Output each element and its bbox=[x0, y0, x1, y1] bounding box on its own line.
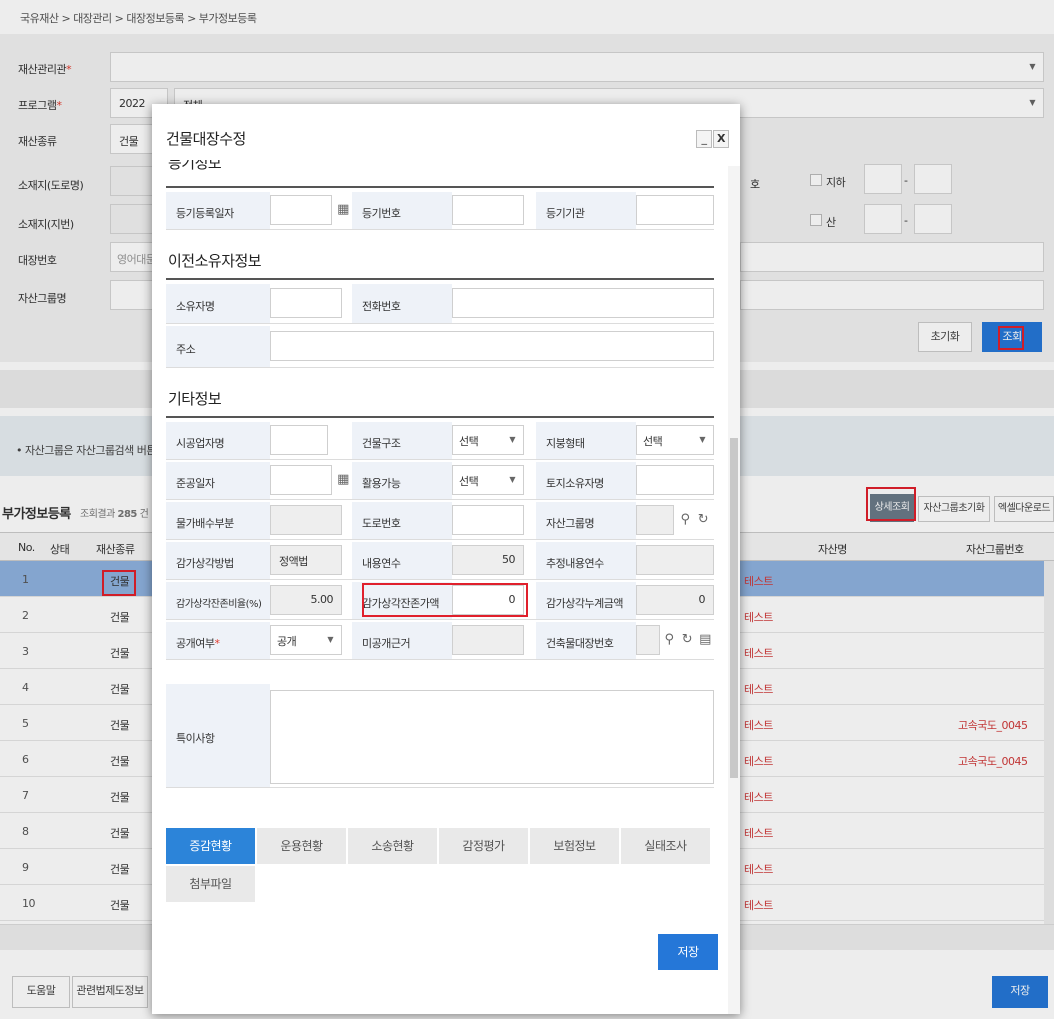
row-registry: 등기등록일자 ▦ 등기번호 등기기관 bbox=[166, 192, 714, 230]
land-owner-input[interactable] bbox=[636, 465, 714, 495]
section-divider bbox=[166, 278, 714, 280]
usable-select[interactable]: 선택 ▼ bbox=[452, 465, 524, 495]
label-reg-date: 등기등록일자 bbox=[176, 207, 234, 220]
residual-rate-field[interactable]: 5.00 bbox=[270, 585, 342, 615]
close-icon[interactable]: X bbox=[713, 130, 729, 148]
section-divider bbox=[166, 416, 714, 418]
row-owner: 소유자명 전화번호 bbox=[166, 284, 714, 324]
label-est-life: 추정내용연수 bbox=[546, 557, 604, 570]
group-name-field[interactable] bbox=[636, 505, 674, 535]
row-completion: 준공일자 ▦ 활용가능 선택 ▼ 토지소유자명 bbox=[166, 462, 714, 500]
est-life-field[interactable] bbox=[636, 545, 714, 575]
remarks-textarea[interactable] bbox=[270, 690, 714, 784]
section-divider bbox=[166, 186, 714, 188]
address-input[interactable] bbox=[270, 331, 714, 361]
tab-5[interactable]: 보험정보 bbox=[530, 828, 619, 864]
chevron-down-icon: ▼ bbox=[509, 475, 515, 484]
chevron-down-icon: ▼ bbox=[699, 435, 705, 444]
chevron-down-icon: ▼ bbox=[327, 635, 333, 644]
tab-3[interactable]: 소송현황 bbox=[348, 828, 437, 864]
label-owner: 소유자명 bbox=[176, 300, 215, 313]
label-phone: 전화번호 bbox=[362, 300, 401, 313]
minimize-icon[interactable]: _ bbox=[696, 130, 712, 148]
label-non-pay: 물가배수부분 bbox=[176, 517, 234, 530]
row-public: 공개여부* 공개 ▼ 미공개근거 건축물대장번호 ⚲ ↻ ▤ bbox=[166, 622, 714, 660]
section-registry: 등기정보 bbox=[168, 160, 222, 172]
modal-save-button[interactable]: 저장 bbox=[658, 934, 718, 970]
label-reg-office: 등기기관 bbox=[546, 207, 585, 220]
label-road-no: 도로번호 bbox=[362, 517, 401, 530]
public-select[interactable]: 공개 ▼ bbox=[270, 625, 342, 655]
reg-office-input[interactable] bbox=[636, 195, 714, 225]
life-field[interactable]: 50 bbox=[452, 545, 524, 575]
row-residual: 감가상각잔존비율(%) 5.00 감가상각잔존가액 0 감가상각누계금액 0 bbox=[166, 582, 714, 620]
building-ledger-modal: 건물대장수정 _ X 등기정보 등기등록일자 ▦ 등기번호 등기기관 이전소유자… bbox=[152, 104, 740, 1014]
label-ledger-no: 건축물대장번호 bbox=[546, 637, 614, 650]
label-remarks: 특이사항 bbox=[176, 732, 215, 745]
refresh-icon[interactable]: ↻ bbox=[696, 512, 710, 528]
calendar-icon[interactable]: ▦ bbox=[336, 472, 350, 488]
label-completion: 준공일자 bbox=[176, 477, 215, 490]
refresh-icon[interactable]: ↻ bbox=[680, 632, 694, 648]
row-road: 물가배수부분 도로번호 자산그룹명 ⚲ ↻ bbox=[166, 502, 714, 540]
label-address: 주소 bbox=[176, 343, 196, 356]
modal-vscroll[interactable] bbox=[728, 166, 740, 1014]
label-land-owner: 토지소유자명 bbox=[546, 477, 604, 490]
reg-no-input[interactable] bbox=[452, 195, 524, 225]
tab-6[interactable]: 실태조사 bbox=[621, 828, 710, 864]
completion-date-input[interactable] bbox=[270, 465, 332, 495]
label-residual-rate: 감가상각잔존비율(%) bbox=[176, 599, 262, 610]
phone-input[interactable] bbox=[452, 288, 714, 318]
structure-select[interactable]: 선택 ▼ bbox=[452, 425, 524, 455]
nonpublic-field[interactable] bbox=[452, 625, 524, 655]
row-contractor: 시공업자명 건물구조 선택 ▼ 지붕형태 선택 ▼ bbox=[166, 422, 714, 460]
label-roof: 지붕형태 bbox=[546, 437, 585, 450]
row-address: 주소 bbox=[166, 326, 714, 368]
label-reg-no: 등기번호 bbox=[362, 207, 401, 220]
search-icon[interactable]: ⚲ bbox=[662, 632, 676, 648]
label-contractor: 시공업자명 bbox=[176, 437, 225, 450]
section-prev-owner: 이전소유자정보 bbox=[168, 252, 262, 270]
highlight-box-residual bbox=[362, 583, 528, 617]
dep-method-field[interactable]: 정액법 bbox=[270, 545, 342, 575]
search-icon[interactable]: ⚲ bbox=[678, 512, 692, 528]
calendar-icon[interactable]: ▦ bbox=[336, 202, 350, 218]
owner-input[interactable] bbox=[270, 288, 342, 318]
label-life: 내용연수 bbox=[362, 557, 401, 570]
modal-title: 건물대장수정 bbox=[166, 130, 246, 148]
row-remarks: 특이사항 bbox=[166, 684, 714, 788]
section-other: 기타정보 bbox=[168, 390, 222, 408]
chevron-down-icon: ▼ bbox=[509, 435, 515, 444]
label-usable: 활용가능 bbox=[362, 477, 401, 490]
contractor-input[interactable] bbox=[270, 425, 328, 455]
label-structure: 건물구조 bbox=[362, 437, 401, 450]
row-depreciation: 감가상각방법 정액법 내용연수 50 추정내용연수 bbox=[166, 542, 714, 580]
tab-2[interactable]: 운용현황 bbox=[257, 828, 346, 864]
road-no-input[interactable] bbox=[452, 505, 524, 535]
accum-field[interactable]: 0 bbox=[636, 585, 714, 615]
label-dep-method: 감가상각방법 bbox=[176, 557, 234, 570]
tab-4[interactable]: 감정평가 bbox=[439, 828, 528, 864]
tab-1[interactable]: 증감현황 bbox=[166, 828, 255, 864]
label-nonpublic: 미공개근거 bbox=[362, 637, 411, 650]
ledger-no-field[interactable] bbox=[636, 625, 660, 655]
scroll-thumb[interactable] bbox=[730, 438, 738, 778]
document-icon[interactable]: ▤ bbox=[698, 632, 712, 648]
non-pay-input[interactable] bbox=[270, 505, 342, 535]
label-accum: 감가상각누계금액 bbox=[546, 597, 623, 610]
label-public: 공개여부* bbox=[176, 637, 220, 650]
tab-7[interactable]: 첨부파일 bbox=[166, 866, 255, 902]
label-group-name: 자산그룹명 bbox=[546, 517, 595, 530]
roof-select[interactable]: 선택 ▼ bbox=[636, 425, 714, 455]
reg-date-input[interactable] bbox=[270, 195, 332, 225]
